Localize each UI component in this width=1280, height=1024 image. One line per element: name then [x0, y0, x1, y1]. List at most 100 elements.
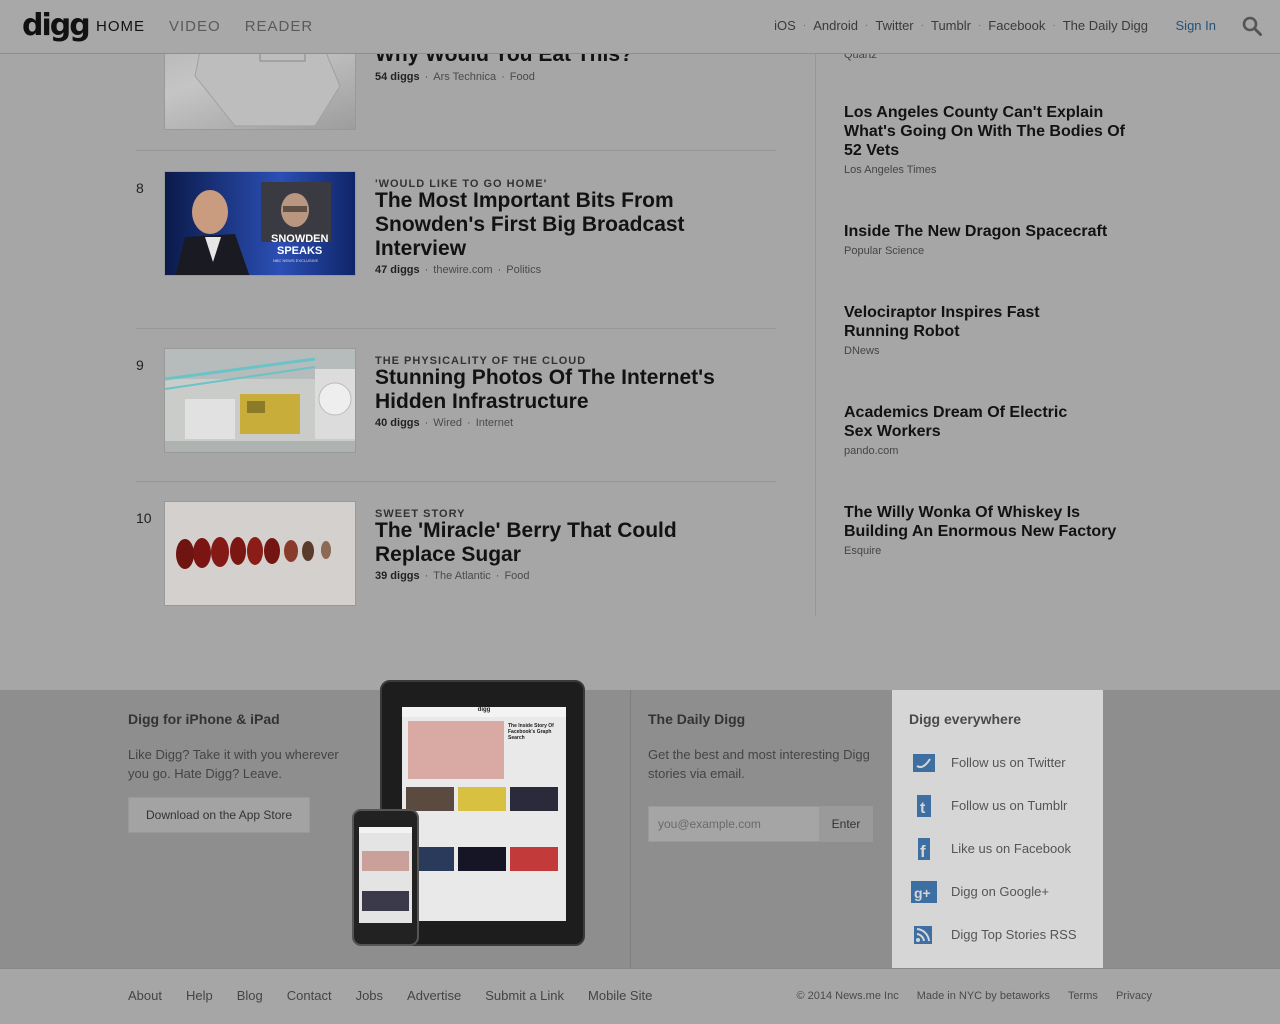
social-link-google-plus[interactable]: g+ Digg on Google+: [909, 878, 1086, 905]
digg-everywhere: Digg everywhere Follow us on Twitter t F…: [892, 690, 1103, 968]
footer-links: About Help Blog Contact Jobs Advertise S…: [128, 988, 676, 1003]
app-promo-title: Digg for iPhone & iPad: [128, 711, 280, 727]
thumb-caption: SPEAKS: [277, 245, 322, 257]
social-link-tumblr[interactable]: t Follow us on Tumblr: [909, 792, 1086, 819]
story-meta: 39 diggs · The Atlantic · Food: [375, 570, 530, 582]
story-thumbnail[interactable]: [164, 348, 356, 453]
story-source[interactable]: Ars Technica: [433, 71, 496, 83]
rss-icon: [914, 925, 932, 944]
sidebar-story-source[interactable]: pando.com: [844, 445, 1084, 457]
story-source[interactable]: thewire.com: [433, 264, 492, 276]
social-link-twitter[interactable]: Follow us on Twitter: [909, 749, 1086, 776]
everywhere-title: Digg everywhere: [909, 711, 1022, 727]
separator-dot: ·: [977, 20, 982, 31]
story-thumbnail[interactable]: [164, 501, 356, 606]
bottom-footer: About Help Blog Contact Jobs Advertise S…: [0, 968, 1280, 1024]
sidebar-divider: [815, 54, 816, 616]
social-link-label: Like us on Facebook: [951, 841, 1071, 856]
story-category[interactable]: Politics: [506, 264, 541, 276]
story-category[interactable]: Internet: [476, 417, 513, 429]
berries-image: [165, 502, 355, 605]
privacy-link[interactable]: Privacy: [1116, 990, 1152, 1002]
story-meta: 54 diggs · Ars Technica · Food: [375, 71, 535, 83]
story-category[interactable]: Food: [504, 570, 529, 582]
footer-legal: © 2014 News.me Inc Made in NYC by betawo…: [778, 990, 1152, 1002]
sidebar-story-title[interactable]: Velociraptor Inspires Fast Running Robot: [844, 303, 1064, 341]
top-nav: digg HOME VIDEO READER iOS · Android · T…: [0, 0, 1280, 54]
promo-separator: [630, 690, 631, 968]
sidebar-story-source[interactable]: Esquire: [844, 545, 1134, 557]
daily-digg-title: The Daily Digg: [648, 711, 746, 727]
digg-count[interactable]: 39 diggs: [375, 570, 420, 582]
nav-reader[interactable]: READER: [245, 18, 314, 35]
nav-home[interactable]: HOME: [96, 18, 145, 35]
story-source[interactable]: Wired: [433, 417, 462, 429]
footer-link-submit[interactable]: Submit a Link: [485, 988, 564, 1003]
sidebar-story-source[interactable]: Los Angeles Times: [844, 164, 1134, 176]
footer-link-blog[interactable]: Blog: [237, 988, 263, 1003]
main-nav: HOME VIDEO READER: [96, 18, 313, 35]
screen-thumb: [458, 787, 506, 811]
footer-link-about[interactable]: About: [128, 988, 162, 1003]
story-title[interactable]: The Most Important Bits From Snowden's F…: [375, 189, 755, 261]
sidebar-story: Velociraptor Inspires Fast Running Robot…: [844, 303, 1064, 357]
story-rank: 10: [136, 510, 152, 526]
story-item: 10 Sweet Story The 'Miracle' Berry That …: [136, 501, 776, 611]
thumb-caption: SNOWDEN: [271, 233, 329, 245]
nav-video[interactable]: VIDEO: [169, 18, 221, 35]
search-icon[interactable]: [1242, 16, 1262, 36]
news-broadcast-image: SNOWDEN SPEAKS NBC NEWS EXCLUSIVE: [165, 172, 355, 275]
screen-hero-image: [408, 721, 504, 779]
story-divider: [136, 150, 776, 151]
link-android[interactable]: Android: [813, 18, 858, 33]
footer-promo: Digg for iPhone & iPad Like Digg? Take i…: [0, 690, 1280, 968]
social-link-label: Digg on Google+: [951, 884, 1049, 899]
digg-logo[interactable]: digg: [22, 11, 91, 41]
sidebar-story-title[interactable]: The Willy Wonka Of Whiskey Is Building A…: [844, 503, 1134, 541]
sidebar-story-source[interactable]: DNews: [844, 345, 1064, 357]
footer-link-contact[interactable]: Contact: [287, 988, 332, 1003]
separator-dot: ·: [865, 20, 869, 31]
sidebar-story-title[interactable]: Academics Dream Of Electric Sex Workers: [844, 403, 1084, 441]
story-thumbnail[interactable]: SNOWDEN SPEAKS NBC NEWS EXCLUSIVE: [164, 171, 356, 276]
footer-link-help[interactable]: Help: [186, 988, 213, 1003]
screen-thumb: [362, 891, 409, 911]
separator-dot: ·: [802, 20, 807, 31]
screen-headline: The Inside Story Of Facebook's Graph Sea…: [508, 723, 554, 741]
svg-text:t: t: [920, 800, 926, 817]
story-category[interactable]: Food: [510, 71, 535, 83]
iphone-screen: [359, 827, 412, 923]
story-meta: 40 diggs · Wired · Internet: [375, 417, 514, 429]
story-source[interactable]: The Atlantic: [433, 570, 490, 582]
sidebar-story-title[interactable]: Los Angeles County Can't Explain What's …: [844, 103, 1134, 160]
sidebar-story: The Willy Wonka Of Whiskey Is Building A…: [844, 503, 1134, 557]
daily-digg-text: Get the best and most interesting Digg s…: [648, 747, 870, 781]
sidebar-story: Inside The New Dragon Spacecraft Popular…: [844, 222, 1144, 257]
enter-button[interactable]: Enter: [820, 806, 873, 842]
footer-link-advertise[interactable]: Advertise: [407, 988, 461, 1003]
story-title[interactable]: The 'Miracle' Berry That Could Replace S…: [375, 519, 715, 567]
email-input[interactable]: you@example.com: [648, 806, 820, 842]
ipad-screen: digg The Inside Story Of Facebook's Grap…: [402, 707, 566, 921]
screen-thumb: [458, 847, 506, 871]
made-in-nyc-link[interactable]: Made in NYC by betaworks: [917, 990, 1050, 1002]
link-facebook[interactable]: Facebook: [988, 18, 1045, 33]
sidebar-story-source[interactable]: Popular Science: [844, 245, 1144, 257]
digg-count[interactable]: 47 diggs: [375, 264, 420, 276]
link-twitter[interactable]: Twitter: [875, 18, 913, 33]
social-link-rss[interactable]: Digg Top Stories RSS: [909, 921, 1086, 948]
digg-count[interactable]: 54 diggs: [375, 71, 420, 83]
link-ios[interactable]: iOS: [774, 18, 796, 33]
footer-link-mobile[interactable]: Mobile Site: [588, 988, 652, 1003]
sign-in-link[interactable]: Sign In: [1176, 18, 1216, 33]
footer-link-jobs[interactable]: Jobs: [356, 988, 383, 1003]
social-link-facebook[interactable]: f Like us on Facebook: [909, 835, 1086, 862]
sidebar-story-title[interactable]: Inside The New Dragon Spacecraft: [844, 222, 1144, 241]
digg-count[interactable]: 40 diggs: [375, 417, 420, 429]
terms-link[interactable]: Terms: [1068, 990, 1098, 1002]
story-title[interactable]: Stunning Photos Of The Internet's Hidden…: [375, 366, 745, 414]
separator-dot: ·: [1052, 20, 1056, 31]
link-daily-digg[interactable]: The Daily Digg: [1063, 18, 1148, 33]
link-tumblr[interactable]: Tumblr: [931, 18, 971, 33]
app-store-button[interactable]: Download on the App Store: [128, 797, 311, 833]
